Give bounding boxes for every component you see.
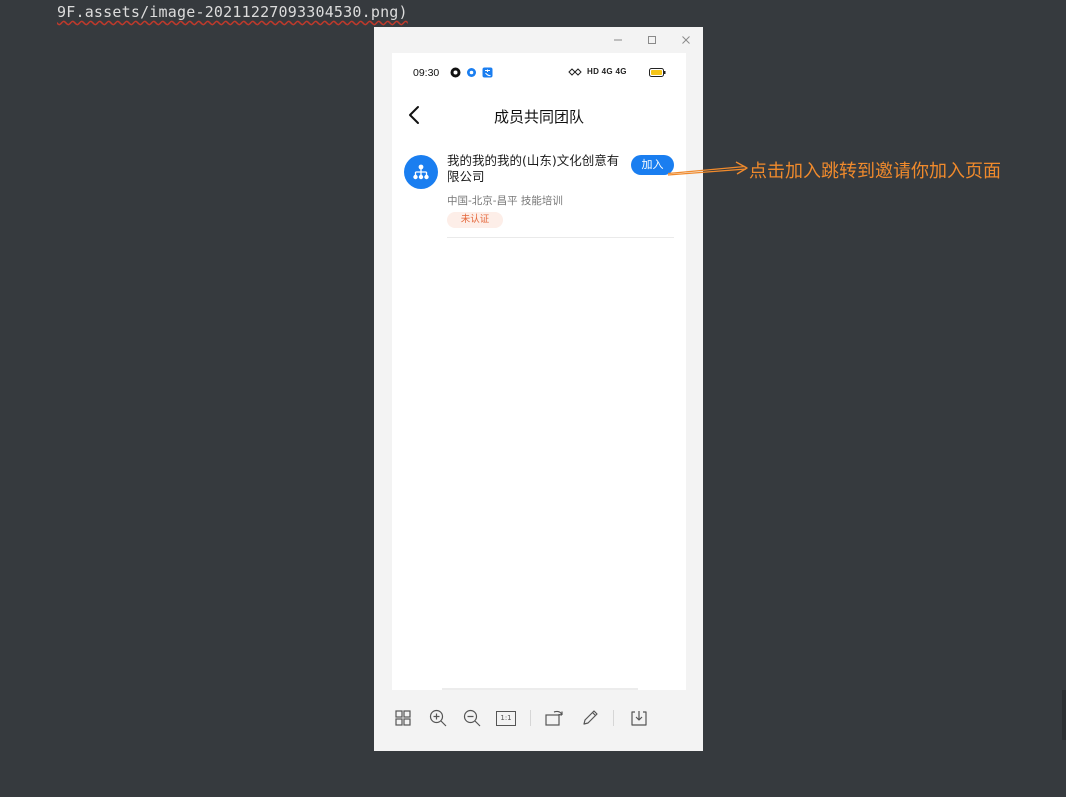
org-chart-icon xyxy=(413,164,429,180)
app-notification-icon xyxy=(450,67,461,78)
thumbnail-grid-button[interactable] xyxy=(392,707,414,729)
rotate-button[interactable] xyxy=(544,707,566,729)
team-avatar xyxy=(404,155,438,189)
download-icon xyxy=(631,711,647,726)
edit-button[interactable] xyxy=(579,707,601,729)
minimize-button[interactable] xyxy=(601,27,635,53)
nav-bar: 成员共同团队 xyxy=(392,93,686,137)
toolbar-separator xyxy=(613,710,614,726)
divider xyxy=(447,237,674,238)
alipay-notification-icon xyxy=(482,67,493,78)
nfc-icon xyxy=(568,68,582,76)
scrollbar[interactable] xyxy=(1062,690,1066,740)
close-button[interactable] xyxy=(669,27,703,53)
battery-icon xyxy=(649,68,666,77)
image-link-text: 9F.assets/image-20211227093304530.png) xyxy=(57,3,408,21)
markdown-image-link: 9F.assets/image-20211227093304530.png) xyxy=(57,3,408,21)
annotation-text: 点击加入跳转到邀请你加入页面 xyxy=(749,161,1001,182)
close-icon xyxy=(682,36,690,44)
viewer-toolbar: 1:1 xyxy=(392,707,686,729)
zoom-in-icon xyxy=(429,709,447,727)
actual-size-button[interactable]: 1:1 xyxy=(494,707,518,729)
bottom-divider xyxy=(442,688,638,690)
annotation-arrow-icon xyxy=(668,161,748,176)
maximize-icon xyxy=(648,36,656,44)
minimize-icon xyxy=(614,39,622,41)
team-name: 我的我的我的(山东)文化创意有限公司 xyxy=(447,153,620,184)
toolbar-separator xyxy=(530,710,531,726)
page-title: 成员共同团队 xyxy=(493,108,584,126)
save-button[interactable] xyxy=(628,707,650,729)
actual-size-icon: 1:1 xyxy=(496,710,516,726)
maximize-button[interactable] xyxy=(635,27,669,53)
zoom-out-icon xyxy=(463,709,481,727)
zoom-in-button[interactable] xyxy=(427,707,449,729)
message-notification-icon xyxy=(467,68,476,77)
network-status: HD 4G 4G xyxy=(587,67,627,76)
pencil-icon xyxy=(583,710,598,725)
image-viewer-window: 09:30 HD 4G 4G 成员共同团队 我的我的我的(山东)文化创意有限公司… xyxy=(374,27,703,751)
window-controls xyxy=(601,27,703,53)
rotate-icon xyxy=(545,710,563,726)
phone-screenshot: 09:30 HD 4G 4G 成员共同团队 我的我的我的(山东)文化创意有限公司… xyxy=(392,53,686,690)
status-time: 09:30 xyxy=(413,67,440,79)
status-bar: 09:30 HD 4G 4G xyxy=(392,53,686,93)
grid-icon xyxy=(395,710,411,726)
team-location-industry: 中国-北京-昌平 技能培训 xyxy=(447,195,563,207)
zoom-out-button[interactable] xyxy=(461,707,483,729)
team-list-item[interactable]: 我的我的我的(山东)文化创意有限公司 加入 中国-北京-昌平 技能培训 未认证 xyxy=(404,149,674,265)
status-badge: 未认证 xyxy=(447,212,503,228)
